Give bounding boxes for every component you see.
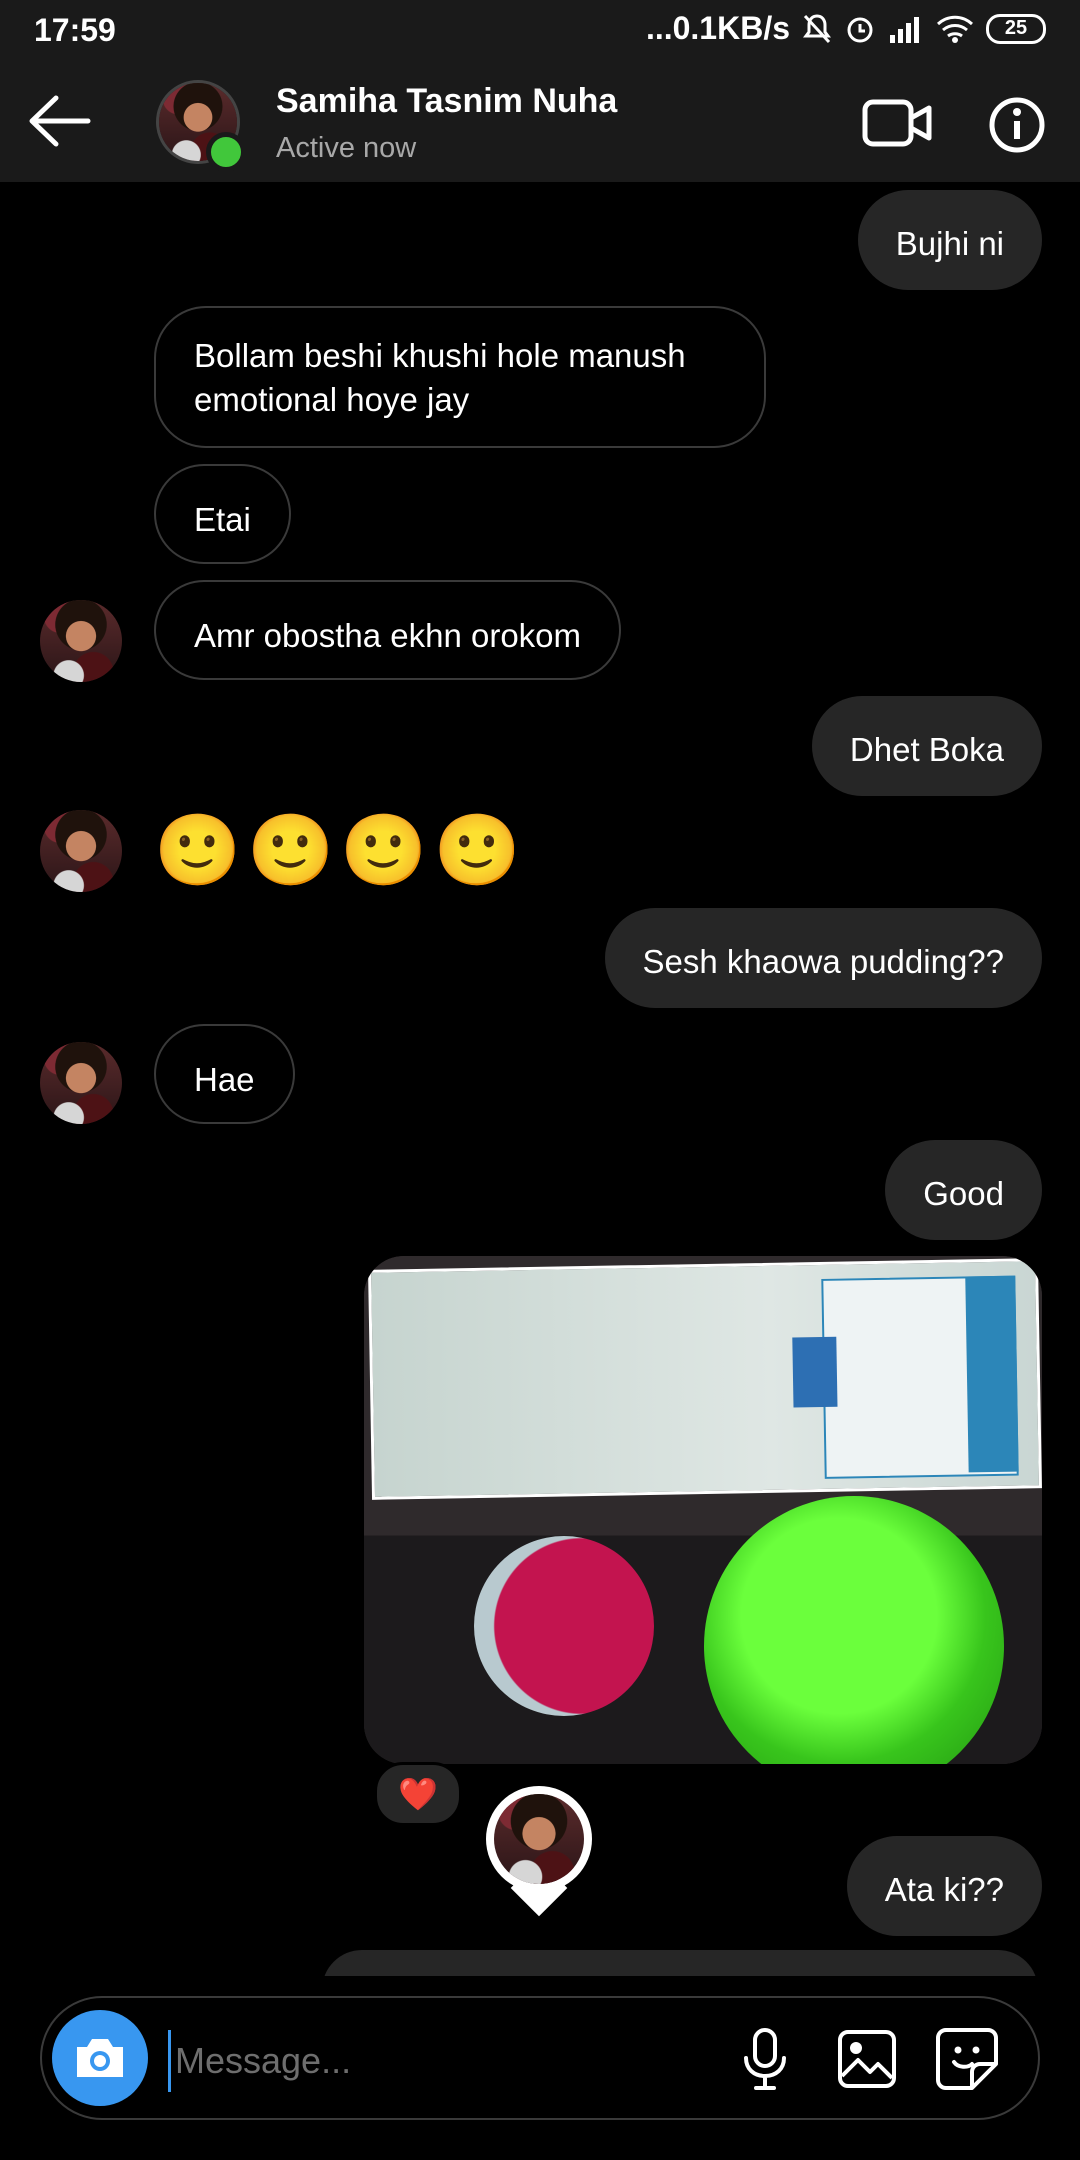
- status-time: 17:59: [34, 12, 116, 48]
- battery-indicator: 25: [986, 13, 1046, 44]
- sticker-icon[interactable]: [932, 2024, 1002, 2094]
- message-sent[interactable]: Ata ki??: [846, 1836, 1042, 1936]
- camera-icon: [77, 2039, 123, 2077]
- mute-icon: [803, 13, 831, 43]
- photo-message[interactable]: [364, 1256, 1042, 1764]
- heart-icon: ❤️: [398, 1776, 438, 1812]
- message-received[interactable]: Amr obostha ekhn orokom: [154, 580, 622, 680]
- message-sent[interactable]: Dhet Boka: [811, 696, 1042, 796]
- contact-avatar-small[interactable]: [40, 600, 122, 682]
- back-arrow-icon[interactable]: [22, 88, 102, 154]
- contact-avatar-small[interactable]: [40, 1042, 122, 1124]
- message-received[interactable]: Etai: [154, 464, 291, 564]
- chat-header: Samiha Tasnim Nuha Active now: [0, 60, 1080, 182]
- message-received[interactable]: Bollam beshi khushi hole manush emotiona…: [154, 306, 766, 448]
- emoji-message[interactable]: 🙂🙂🙂🙂: [154, 810, 527, 890]
- heart-reaction[interactable]: ❤️: [374, 1762, 462, 1826]
- message-sent[interactable]: Sesh khaowa pudding??: [604, 908, 1042, 1008]
- message-sent[interactable]: Bujhi ni: [857, 190, 1042, 290]
- message-received[interactable]: Hae: [154, 1024, 295, 1124]
- info-icon[interactable]: [988, 96, 1046, 154]
- product-box-image: [368, 1258, 1042, 1500]
- wifi-icon: [936, 15, 974, 43]
- contact-avatar-small[interactable]: [40, 810, 122, 892]
- seen-indicator-avatar: [486, 1786, 592, 1917]
- alarm-icon: [847, 17, 873, 42]
- message-input[interactable]: [168, 2030, 717, 2092]
- battery-level: 25: [1004, 17, 1028, 39]
- lip-balm-tin-image: [474, 1536, 654, 1716]
- message-sent[interactable]: Good: [885, 1140, 1042, 1240]
- online-indicator: [206, 132, 246, 172]
- contact-name[interactable]: Samiha Tasnim Nuha: [276, 82, 617, 121]
- gallery-icon[interactable]: [832, 2024, 902, 2094]
- contact-status: Active now: [276, 132, 417, 164]
- microphone-icon[interactable]: [730, 2024, 800, 2094]
- camera-button[interactable]: [52, 2010, 148, 2106]
- status-bar: 17:59 ...0.1KB/s 25: [0, 0, 1080, 60]
- video-call-icon[interactable]: [862, 96, 934, 150]
- signal-icon: [890, 16, 919, 43]
- network-speed: ...0.1KB/s: [645, 10, 790, 46]
